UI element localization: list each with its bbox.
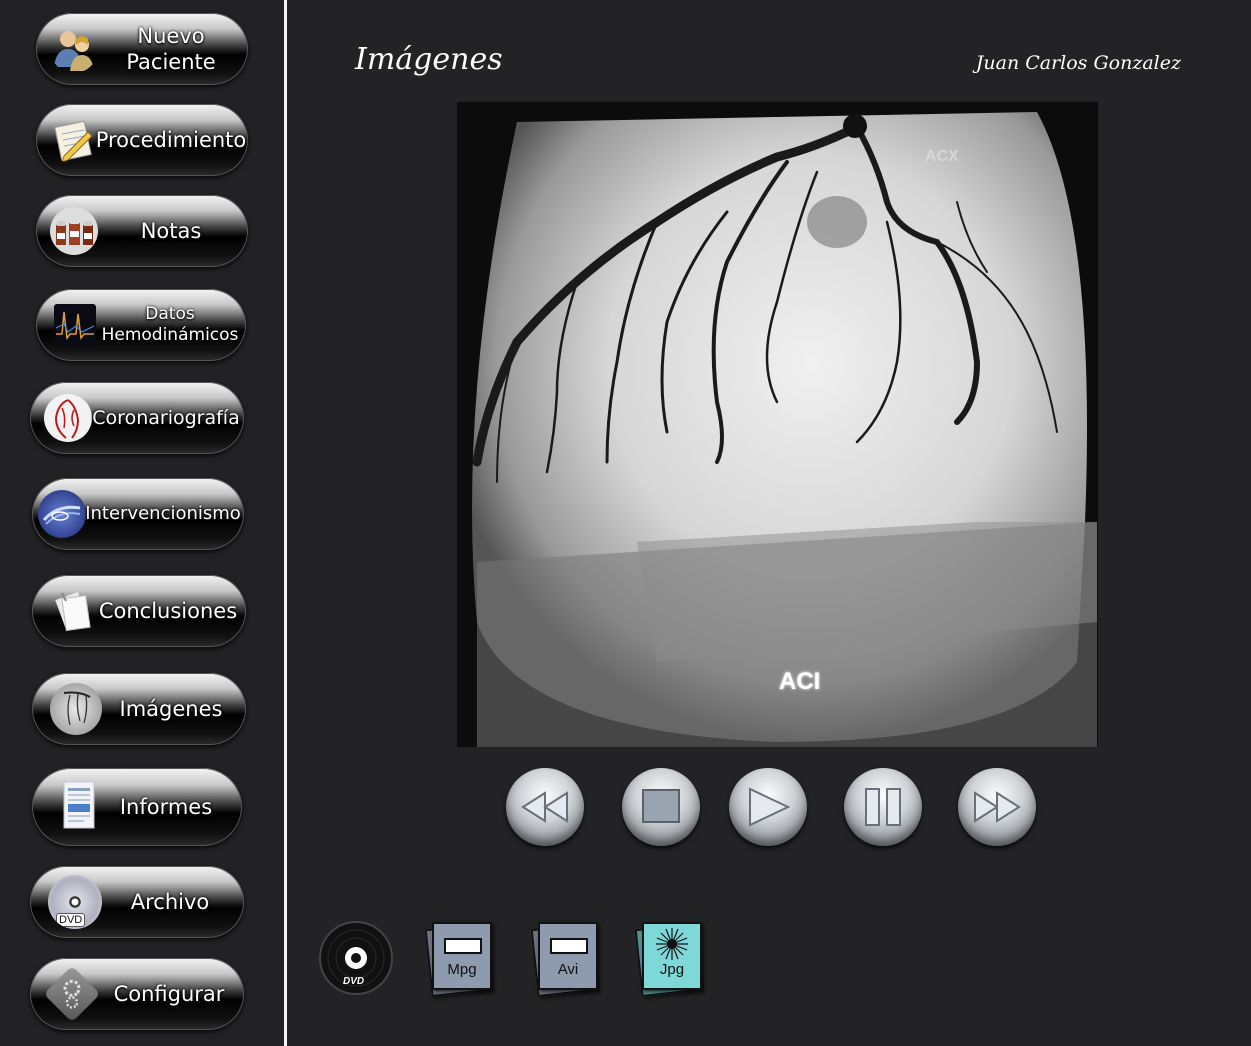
angiogram-image bbox=[457, 102, 1098, 747]
coronariografia-label: Coronariografía bbox=[92, 407, 240, 429]
coronariografia-button[interactable]: Coronariografía bbox=[30, 382, 244, 454]
datos-hemodinamicos-button[interactable]: Datos Hemodinámicos bbox=[36, 289, 246, 361]
play-button[interactable] bbox=[729, 768, 807, 846]
nuevo-paciente-label-2: Paciente bbox=[126, 50, 216, 74]
export-jpg-label: Jpg bbox=[659, 961, 685, 978]
gears-icon bbox=[43, 965, 101, 1023]
procedimiento-label: Procedimiento bbox=[95, 128, 247, 152]
sidebar: Nuevo Paciente Procedimiento Notas Datos… bbox=[0, 0, 284, 1046]
nuevo-paciente-button[interactable]: Nuevo Paciente bbox=[36, 13, 248, 85]
conclusiones-label: Conclusiones bbox=[98, 599, 238, 623]
catheter-icon bbox=[38, 490, 86, 538]
configurar-button[interactable]: Configurar bbox=[30, 958, 244, 1030]
aci-overlay-label: ACI bbox=[779, 668, 821, 695]
archivo-dvd-badge: DVD bbox=[56, 913, 86, 927]
pause-icon bbox=[865, 788, 901, 826]
notas-label: Notas bbox=[140, 219, 202, 243]
datos-label-2: Hemodinámicos bbox=[101, 325, 239, 345]
play-icon bbox=[749, 787, 791, 827]
conclusiones-button[interactable]: Conclusiones bbox=[32, 575, 246, 647]
fast-forward-icon bbox=[974, 791, 1021, 823]
export-dvd-button[interactable]: DVD bbox=[318, 920, 394, 996]
export-mpg-button[interactable]: Mpg bbox=[418, 918, 498, 998]
notepad-pencil-icon bbox=[50, 116, 98, 164]
acx-overlay-label: ACX bbox=[925, 148, 959, 165]
user-name: Juan Carlos Gonzalez bbox=[975, 52, 1181, 74]
notas-button[interactable]: Notas bbox=[36, 195, 248, 267]
rewind-button[interactable] bbox=[506, 768, 584, 846]
imagenes-button[interactable]: Imágenes bbox=[32, 673, 246, 745]
heart-vessels-icon bbox=[44, 394, 92, 442]
avi-file-icon: Avi bbox=[538, 922, 598, 990]
mpg-file-icon: Mpg bbox=[432, 922, 492, 990]
export-dvd-label: DVD bbox=[343, 976, 365, 987]
intervencionismo-label: Intervencionismo bbox=[85, 503, 241, 524]
nuevo-paciente-label-1: Nuevo bbox=[137, 24, 205, 48]
procedimiento-button[interactable]: Procedimiento bbox=[36, 104, 248, 176]
rewind-icon bbox=[521, 791, 568, 823]
datos-label-1: Datos bbox=[145, 304, 195, 324]
imagenes-label: Imágenes bbox=[119, 697, 223, 721]
export-jpg-button[interactable]: Jpg bbox=[628, 918, 708, 998]
export-avi-button[interactable]: Avi bbox=[524, 918, 604, 998]
configurar-label: Configurar bbox=[113, 982, 225, 1006]
informes-button[interactable]: Informes bbox=[32, 768, 242, 846]
intervencionismo-button[interactable]: Intervencionismo bbox=[32, 478, 244, 550]
jpg-file-icon: Jpg bbox=[642, 922, 702, 990]
dvd-icon: DVD bbox=[48, 875, 102, 929]
angiogram-viewer[interactable]: ACX ACI bbox=[457, 102, 1098, 747]
page-title: Imágenes bbox=[355, 42, 503, 77]
papers-icon bbox=[50, 587, 98, 635]
medicine-bottles-icon bbox=[50, 207, 98, 255]
waveform-icon bbox=[54, 304, 96, 346]
stop-button[interactable] bbox=[622, 768, 700, 846]
archivo-button[interactable]: DVD Archivo bbox=[30, 866, 244, 938]
starburst-icon bbox=[656, 928, 688, 960]
fast-forward-button[interactable] bbox=[958, 768, 1036, 846]
archivo-label: Archivo bbox=[130, 890, 210, 914]
export-mpg-label: Mpg bbox=[447, 961, 477, 978]
users-icon bbox=[50, 25, 98, 73]
sidebar-divider bbox=[284, 0, 287, 1046]
informes-label: Informes bbox=[119, 795, 213, 819]
pause-button[interactable] bbox=[844, 768, 922, 846]
stop-icon bbox=[642, 789, 680, 823]
angiogram-icon bbox=[50, 683, 102, 735]
export-avi-label: Avi bbox=[557, 961, 579, 978]
